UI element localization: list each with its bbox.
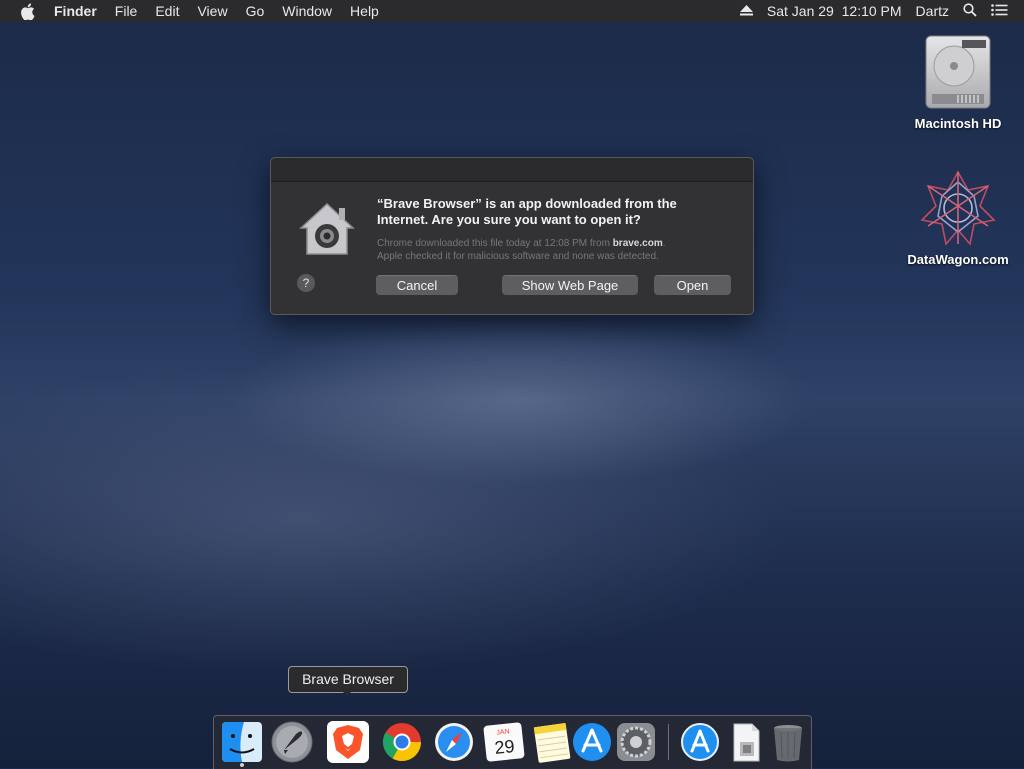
calendar-icon: JAN 29 xyxy=(483,722,525,762)
running-indicator xyxy=(240,763,244,767)
info-source: brave.com xyxy=(612,238,663,249)
app-store-icon xyxy=(573,723,611,761)
tooltip-arrow xyxy=(341,690,353,696)
dock-system-preferences[interactable] xyxy=(614,720,658,764)
document-icon xyxy=(733,723,760,762)
apple-menu-icon[interactable] xyxy=(20,2,40,20)
security-house-icon xyxy=(297,200,357,258)
help-button[interactable]: ? xyxy=(297,274,315,292)
dock-launchpad[interactable] xyxy=(270,720,314,764)
dock-brave-browser[interactable] xyxy=(326,720,370,764)
menu-edit[interactable]: Edit xyxy=(155,3,179,19)
safari-icon xyxy=(435,723,473,761)
desktop-icon-datawagon[interactable]: DataWagon.com xyxy=(903,168,1013,267)
open-button[interactable]: Open xyxy=(654,275,731,295)
menu-help[interactable]: Help xyxy=(350,3,379,19)
show-web-page-button[interactable]: Show Web Page xyxy=(502,275,638,295)
trash-icon xyxy=(774,725,802,762)
notification-center-icon[interactable] xyxy=(991,3,1008,19)
menu-bar: Finder File Edit View Go Window Help Sat… xyxy=(0,0,1024,22)
dock: JAN 29 xyxy=(213,715,812,769)
desktop-icon-label: DataWagon.com xyxy=(907,252,1009,267)
notes-icon xyxy=(533,722,571,763)
brave-icon xyxy=(327,721,369,763)
info-line2: Apple checked it for malicious software … xyxy=(377,251,659,262)
dock-calendar[interactable]: JAN 29 xyxy=(482,720,526,764)
menu-view[interactable]: View xyxy=(197,3,227,19)
chrome-icon xyxy=(382,723,422,762)
dialog-titlebar[interactable] xyxy=(271,158,753,182)
spotlight-search-icon[interactable] xyxy=(963,2,977,20)
dock-app-store[interactable] xyxy=(570,720,614,764)
finder-icon xyxy=(222,722,262,762)
dock-separator xyxy=(668,724,669,760)
hard-drive-icon xyxy=(918,32,998,112)
dock-tooltip: Brave Browser xyxy=(288,666,408,693)
datawagon-logo-icon xyxy=(918,168,998,248)
dock-downloads-stack[interactable] xyxy=(678,720,722,764)
system-preferences-icon xyxy=(617,723,655,761)
menu-go[interactable]: Go xyxy=(246,3,265,19)
dock-chrome[interactable] xyxy=(380,720,424,764)
menu-file[interactable]: File xyxy=(115,3,138,19)
launchpad-icon xyxy=(271,721,313,763)
menu-finder[interactable]: Finder xyxy=(54,3,97,19)
dialog-message-info: Chrome downloaded this file today at 12:… xyxy=(377,237,737,263)
downloads-icon xyxy=(681,723,719,761)
open-confirmation-dialog: “Brave Browser” is an app downloaded fro… xyxy=(270,157,754,315)
dock-finder[interactable] xyxy=(220,720,264,764)
dock-trash[interactable] xyxy=(766,720,810,764)
info-suffix: . xyxy=(662,238,666,249)
dock-notes[interactable] xyxy=(530,720,574,764)
eject-icon[interactable] xyxy=(739,3,753,19)
calendar-day: 29 xyxy=(494,736,516,758)
dock-document[interactable] xyxy=(724,720,768,764)
user-name[interactable]: Dartz xyxy=(916,3,949,19)
clock[interactable]: Sat Jan 29 12:10 PM xyxy=(767,3,902,19)
calendar-month: JAN xyxy=(496,728,510,736)
dock-safari[interactable] xyxy=(432,720,476,764)
cancel-button[interactable]: Cancel xyxy=(376,275,458,295)
dialog-message-title: “Brave Browser” is an app downloaded fro… xyxy=(377,196,677,227)
desktop-icon-macintosh-hd[interactable]: Macintosh HD xyxy=(903,32,1013,131)
menu-window[interactable]: Window xyxy=(282,3,332,19)
info-prefix: Chrome downloaded this file today at 12:… xyxy=(377,238,613,249)
desktop-icon-label: Macintosh HD xyxy=(914,116,1002,131)
